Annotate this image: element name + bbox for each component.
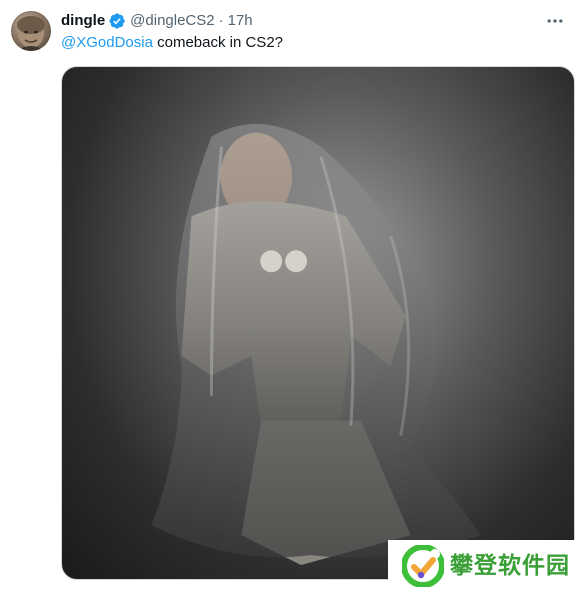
user-handle[interactable]: @dingleCS2 bbox=[130, 11, 214, 31]
timestamp[interactable]: 17h bbox=[228, 11, 253, 31]
watermark-logo bbox=[402, 544, 444, 587]
tweet-body-text: comeback in CS2? bbox=[152, 34, 284, 51]
tweet-card[interactable]: dingle @dingleCS2 · 17h @XGodDosia comeb… bbox=[0, 0, 587, 591]
watermark: 攀登软件园 bbox=[388, 540, 587, 591]
mention-link[interactable]: @XGodDosia bbox=[61, 34, 153, 51]
display-name[interactable]: dingle bbox=[61, 11, 105, 31]
separator-dot: · bbox=[218, 12, 224, 29]
avatar-face-icon bbox=[16, 16, 46, 51]
verified-badge-icon[interactable] bbox=[108, 12, 126, 30]
more-horizontal-icon bbox=[547, 19, 563, 23]
tweet-photo[interactable] bbox=[61, 66, 575, 580]
avatar[interactable] bbox=[11, 11, 51, 51]
photo-person-under-sheer-veil bbox=[151, 123, 481, 566]
watermark-text: 攀登软件园 bbox=[450, 552, 570, 579]
tweet-header: dingle @dingleCS2 · 17h bbox=[61, 11, 253, 31]
more-options-button[interactable] bbox=[543, 10, 567, 32]
tweet-text: @XGodDosia comeback in CS2? bbox=[61, 33, 283, 53]
